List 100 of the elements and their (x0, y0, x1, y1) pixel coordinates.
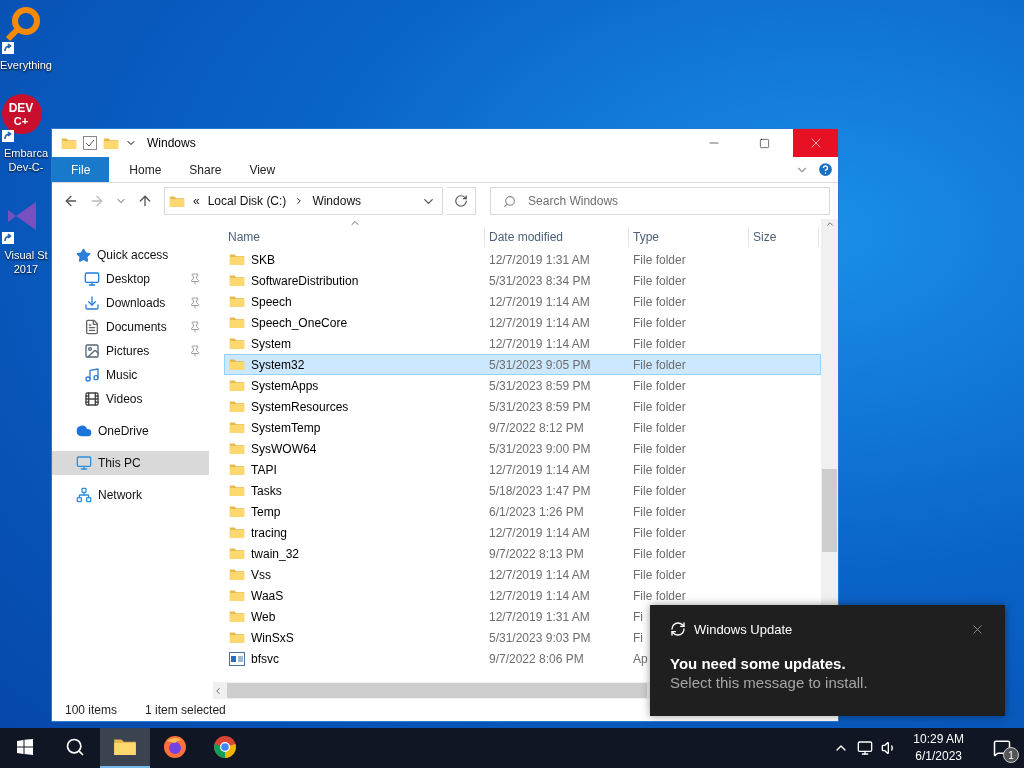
file-name: Speech (225, 294, 486, 309)
desktop-icon-label[interactable]: Visual St (4, 248, 48, 262)
type-cell: File folder (633, 378, 686, 393)
type-cell: File folder (633, 567, 686, 582)
nav-item[interactable]: Desktop (52, 267, 209, 291)
file-row[interactable]: Temp 6/1/2023 1:26 PM File folder (224, 501, 821, 522)
search-box[interactable]: Search Windows (490, 187, 830, 215)
notification-badge: 1 (1003, 747, 1019, 763)
nav-item[interactable]: OneDrive (52, 419, 209, 443)
folder-icon (229, 505, 245, 518)
ribbon-tab[interactable]: Share (175, 157, 236, 182)
nav-item[interactable]: This PC (52, 451, 209, 475)
date-cell: 12/7/2019 1:31 AM (489, 609, 590, 624)
date-cell: 5/31/2023 9:03 PM (489, 630, 591, 645)
file-name: System32 (225, 357, 486, 372)
document-icon (84, 319, 100, 335)
file-name: SystemTemp (225, 420, 486, 435)
file-name: SysWOW64 (225, 441, 486, 456)
folder-icon (229, 484, 245, 497)
folder-icon (61, 136, 77, 150)
image-icon (84, 343, 100, 359)
shortcut-arrow-icon (2, 42, 14, 54)
type-cell: File folder (633, 420, 686, 435)
desktop-icon-label[interactable]: Embarca (4, 146, 48, 160)
type-cell: File folder (633, 441, 686, 456)
folder-icon (229, 337, 245, 350)
file-row[interactable]: TAPI 12/7/2019 1:14 AM File folder (224, 459, 821, 480)
column-header[interactable]: Name (224, 227, 485, 247)
file-row[interactable]: SystemTemp 9/7/2022 8:12 PM File folder (224, 417, 821, 438)
desktop-icon-label[interactable]: 2017 (13, 262, 39, 276)
folder-icon (229, 442, 245, 455)
scroll-left-icon[interactable] (213, 685, 223, 696)
toast-title: You need some updates. (670, 655, 847, 672)
nav-item[interactable]: Documents (52, 315, 209, 339)
ribbon-tab[interactable]: View (235, 157, 290, 182)
scroll-thumb[interactable] (227, 683, 647, 698)
network-icon (76, 487, 92, 503)
help-icon[interactable] (817, 161, 834, 178)
breadcrumb[interactable]: Windows (312, 194, 362, 208)
type-cell: File folder (633, 336, 686, 351)
monitor-icon (76, 455, 92, 471)
date-cell: 12/7/2019 1:31 AM (489, 252, 590, 267)
nav-item[interactable]: Quick access (52, 243, 209, 267)
desktop-icon-label[interactable]: Dev-C- (8, 160, 44, 174)
file-row[interactable]: SKB 12/7/2019 1:31 AM File folder (224, 249, 821, 270)
file-row[interactable]: Vss 12/7/2019 1:14 AM File folder (224, 564, 821, 585)
file-row[interactable]: System32 5/31/2023 9:05 PM File folder (224, 354, 821, 375)
notification-button[interactable]: 1 (980, 728, 1024, 768)
folder-icon (113, 737, 137, 757)
file-name: SystemResources (225, 399, 486, 414)
breadcrumb[interactable]: Local Disk (C:) (207, 194, 287, 208)
notification-toast[interactable]: Windows Update You need some updates. Select this message to install. (650, 605, 1005, 716)
date-cell: 5/31/2023 8:34 PM (489, 273, 591, 288)
file-row[interactable]: twain_32 9/7/2022 8:13 PM File folder (224, 543, 821, 564)
file-row[interactable]: SystemResources 5/31/2023 8:59 PM File folder (224, 396, 821, 417)
address-bar[interactable]: « Local Disk (C:) Windows (164, 187, 444, 215)
type-cell: File folder (633, 504, 686, 519)
column-header[interactable]: Size (749, 227, 819, 247)
nav-item[interactable]: Videos (52, 387, 209, 411)
file-row[interactable]: WaaS 12/7/2019 1:14 AM File folder (224, 585, 821, 606)
folder-icon (229, 316, 245, 329)
file-row[interactable]: Speech_OneCore 12/7/2019 1:14 AM File folder (224, 312, 821, 333)
type-cell: File folder (633, 294, 686, 309)
scroll-up-icon[interactable] (824, 219, 835, 229)
file-row[interactable]: Speech 12/7/2019 1:14 AM File folder (224, 291, 821, 312)
folder-icon (229, 463, 245, 476)
file-name: TAPI (225, 462, 486, 477)
overflow-chevron[interactable]: « (193, 194, 200, 208)
checkmark-icon[interactable] (83, 136, 97, 150)
nav-item[interactable]: Music (52, 363, 209, 387)
start-icon (17, 739, 33, 755)
refresh-button[interactable] (447, 187, 477, 215)
file-row[interactable]: SysWOW64 5/31/2023 9:00 PM File folder (224, 438, 821, 459)
column-header[interactable]: Date modified (485, 227, 629, 247)
application-icon (229, 651, 245, 666)
file-row[interactable]: SoftwareDistribution 5/31/2023 8:34 PM File folder (224, 270, 821, 291)
type-cell: File folder (633, 357, 686, 372)
file-row[interactable]: Tasks 5/18/2023 1:47 PM File folder (224, 480, 821, 501)
file-row[interactable]: System 12/7/2019 1:14 AM File folder (224, 333, 821, 354)
clock[interactable]: 10:29 AM 6/1/2023 (905, 731, 972, 765)
folder-icon (229, 421, 245, 434)
ribbon-tab[interactable]: Home (115, 157, 176, 182)
file-menu-button[interactable]: File (52, 157, 110, 182)
search-field[interactable]: Search Windows (526, 188, 829, 214)
date-cell: 5/31/2023 9:05 PM (489, 357, 591, 372)
nav-item[interactable]: Downloads (52, 291, 209, 315)
file-name: tracing (225, 525, 486, 540)
taskbar-app[interactable] (100, 728, 150, 768)
file-row[interactable]: SystemApps 5/31/2023 8:59 PM File folder (224, 375, 821, 396)
file-name: Temp (225, 504, 486, 519)
scroll-thumb[interactable] (822, 469, 837, 552)
date-cell: 6/1/2023 1:26 PM (489, 504, 584, 519)
type-cell: File folder (633, 399, 686, 414)
column-header[interactable]: Type (629, 227, 749, 247)
desktop-icon-label[interactable]: Everything (0, 58, 52, 72)
network-icon[interactable] (857, 740, 874, 756)
arrow-right-icon (89, 193, 105, 209)
nav-item[interactable]: Network (52, 483, 209, 507)
nav-item[interactable]: Pictures (52, 339, 209, 363)
file-row[interactable]: tracing 12/7/2019 1:14 AM File folder (224, 522, 821, 543)
